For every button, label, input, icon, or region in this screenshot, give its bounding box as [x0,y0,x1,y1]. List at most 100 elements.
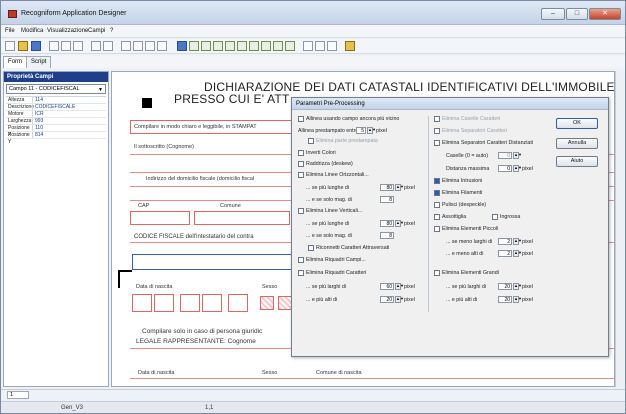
remove-small-elements-checkbox[interactable]: Elimina Elementi Piccoli [434,226,498,232]
char-boxes-width-spinner[interactable]: ▲▼ [395,283,404,290]
field-tool-2-icon[interactable] [201,41,211,51]
cells-auto-spinner[interactable]: ▲▼ [513,152,522,159]
tab-script[interactable]: Script [26,56,52,68]
tab-form[interactable]: Form [3,56,27,68]
rect-tool-icon[interactable] [121,41,131,51]
ok-button[interactable]: OK [556,118,598,129]
invert-colors-checkbox[interactable]: Inverti Colori [298,150,336,156]
open-icon[interactable] [18,41,28,51]
v-lines-thick-input[interactable]: 8 [380,232,394,239]
reconnect-chars-checkbox[interactable]: Riconnetti Caratteri Attraversati [308,245,389,251]
remove-field-boxes-checkbox[interactable]: Elimina Riquadri Campi... [298,257,366,263]
cancel-button[interactable]: Annulla [556,138,598,149]
property-row[interactable]: Posizione X 110 [6,125,106,138]
large-height-spinner[interactable]: ▲▼ [513,296,522,303]
property-row[interactable]: Larghezza 993 [6,118,106,125]
deskew-checkbox[interactable]: Raddrizza (deskew) [298,161,353,167]
field-tool-1-icon[interactable] [189,41,199,51]
settings-icon[interactable] [315,41,325,51]
property-value[interactable]: 993 [32,118,106,124]
menu-campi[interactable]: Campi [88,28,105,34]
field-select[interactable]: Campo 11 - CODICEFISCAL ▼ [6,84,106,94]
property-row[interactable]: Posizione Y 814 [6,132,106,145]
remove-prestamped-checkbox[interactable]: Elimina parte prestampata [308,138,378,144]
small-height-input[interactable]: 2 [498,250,512,257]
property-row[interactable]: Altezza 114 [6,97,106,104]
large-height-label: ... e più alti di [446,297,478,303]
copy-icon[interactable] [61,41,71,51]
rect-tool-3-icon[interactable] [145,41,155,51]
field-tool-4-icon[interactable] [225,41,235,51]
close-button[interactable]: ✕ [589,8,621,20]
label-legale: LEGALE RAPPRESENTANTE: Cognome [136,338,256,345]
remove-large-elements-checkbox[interactable]: Elimina Elementi Grandi [434,270,499,276]
property-value[interactable]: ICR [32,111,106,117]
star-icon[interactable] [327,41,337,51]
large-height-input[interactable]: 20 [498,296,512,303]
remove-spaced-separators-checkbox[interactable]: Elimina Separatori Caratteri Distanziati [434,140,533,146]
thin-checkbox[interactable]: Assottiglia [434,214,466,220]
remove-intrusions-checkbox[interactable]: Elimina Intrusioni [434,178,482,184]
vertical-scrollbar[interactable] [615,71,625,387]
codice-fiscale-field[interactable] [132,254,292,270]
minimize-button[interactable]: – [541,8,565,20]
remove-char-cells-checkbox[interactable]: Elimina Caselle Caratteri [434,116,500,122]
align-within-input[interactable]: 5 [356,127,366,134]
property-row[interactable]: Descrizione CODICEFISCALE [6,104,106,111]
h-lines-thick-input[interactable]: 8 [380,196,394,203]
align-within-spinner[interactable]: ▲▼ [367,127,376,134]
help-button[interactable]: Aiuto [556,156,598,167]
large-width-spinner[interactable]: ▲▼ [513,283,522,290]
menu-visualizzazione[interactable]: Visualizzazione [47,28,88,34]
field-tool-3-icon[interactable] [213,41,223,51]
small-width-spinner[interactable]: ▲▼ [513,238,522,245]
rect-tool-2-icon[interactable] [133,41,143,51]
zoom-out-icon[interactable] [103,41,113,51]
remove-h-lines-checkbox[interactable]: Elimina Linee Orizzontali... [298,172,369,178]
char-boxes-width-input[interactable]: 60 [380,283,394,290]
despeckle-checkbox[interactable]: Pulisci (despeckle) [434,202,486,208]
property-value[interactable]: 110 [32,125,106,131]
select-tool-icon[interactable] [177,41,187,51]
menu-file[interactable]: File [5,28,15,34]
small-height-spinner[interactable]: ▲▼ [513,250,522,257]
remove-separators-checkbox[interactable]: Elimina Separatori Caratteri [434,128,507,134]
v-lines-length-input[interactable]: 80 [380,220,394,227]
cells-auto-input[interactable]: 0 [498,152,512,159]
remove-v-lines-checkbox[interactable]: Elimina Linee Verticali... [298,208,362,214]
large-width-input[interactable]: 20 [498,283,512,290]
cut-icon[interactable] [49,41,59,51]
remove-filaments-checkbox[interactable]: Elimina Filamenti [434,190,482,196]
property-value[interactable]: 814 [32,132,106,138]
paste-icon[interactable] [73,41,83,51]
field-tool-6-icon[interactable] [249,41,259,51]
preprocess-icon[interactable] [303,41,313,51]
field-tool-9-icon[interactable] [285,41,295,51]
field-tool-8-icon[interactable] [273,41,283,51]
page-indicator[interactable]: 1 [7,391,29,399]
property-value[interactable]: 114 [32,97,106,103]
small-width-input[interactable]: 2 [498,238,512,245]
save-icon[interactable] [31,41,41,51]
property-value[interactable]: CODICEFISCALE [32,104,106,110]
max-distance-spinner[interactable]: ▲▼ [513,165,522,172]
menu-modifica[interactable]: Modifica [21,28,43,34]
zoom-in-icon[interactable] [91,41,101,51]
v-lines-length-spinner[interactable]: ▲▼ [395,220,404,227]
max-distance-input[interactable]: 0 [498,165,512,172]
property-row[interactable]: Motore ICR [6,111,106,118]
char-boxes-height-spinner[interactable]: ▲▼ [395,296,404,303]
new-icon[interactable] [5,41,15,51]
h-lines-length-spinner[interactable]: ▲▼ [395,184,404,191]
thicken-checkbox[interactable]: Ingrossa [492,214,520,220]
align-anchor-checkbox[interactable]: Allinea usando campo ancora più vicino [298,116,399,122]
maximize-button[interactable]: □ [566,8,588,20]
char-boxes-height-input[interactable]: 20 [380,296,394,303]
h-lines-length-input[interactable]: 80 [380,184,394,191]
run-icon[interactable] [345,41,355,51]
rect-tool-4-icon[interactable] [157,41,167,51]
menu-help[interactable]: ? [110,28,113,34]
field-tool-7-icon[interactable] [261,41,271,51]
remove-char-boxes-checkbox[interactable]: Elimina Riquadri Caratteri [298,270,366,276]
field-tool-5-icon[interactable] [237,41,247,51]
